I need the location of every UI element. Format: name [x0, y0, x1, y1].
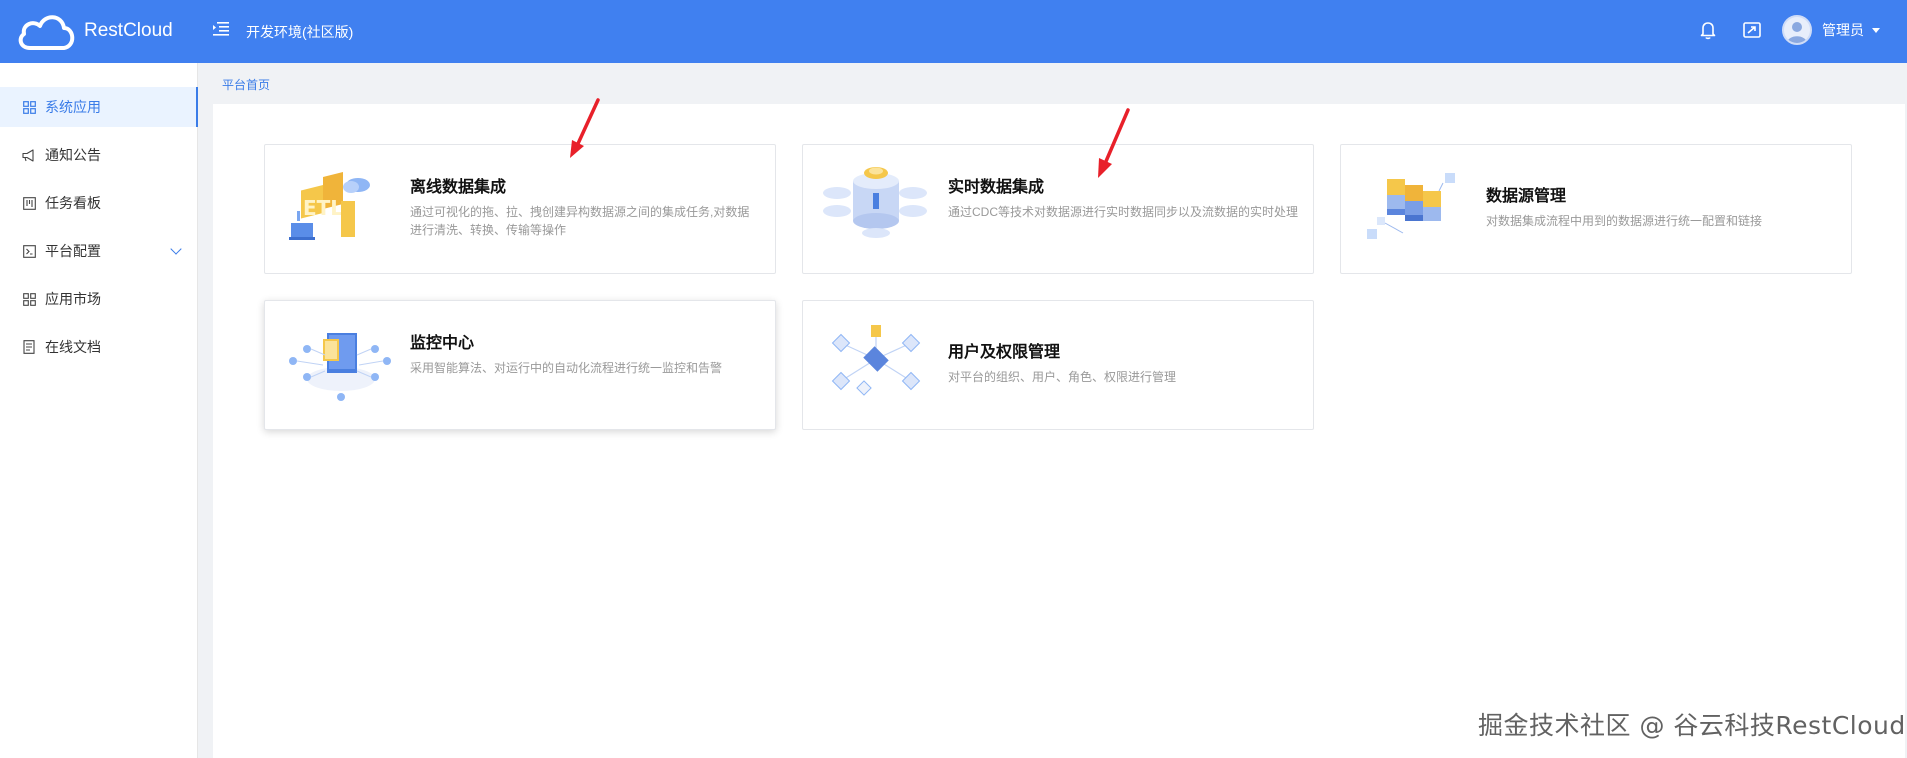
app-logo[interactable]: RestCloud	[16, 10, 173, 52]
card-title: 用户及权限管理	[948, 344, 1061, 361]
megaphone-icon	[22, 148, 36, 162]
sidebar-item-app-market[interactable]: 应用市场	[0, 279, 198, 319]
card-description: 对数据集成流程中用到的数据源进行统一配置和链接	[1486, 214, 1763, 228]
grid-icon	[22, 292, 36, 306]
card-offline-integration[interactable]: ETL 离线数据集成 通过可视化的拖、拉、拽创建异构数据源之间的集成任务,对数据…	[264, 144, 776, 274]
user-menu[interactable]: 管理员	[1782, 15, 1880, 45]
card-title: 离线数据集成	[410, 179, 507, 196]
sidebar-item-online-docs[interactable]: 在线文档	[0, 327, 198, 367]
card-user-permission-management[interactable]: 用户及权限管理 对平台的组织、用户、角色、权限进行管理	[802, 300, 1314, 430]
top-header: RestCloud 开发环境(社区版) 管理员	[0, 0, 1907, 63]
sidebar-item-label: 应用市场	[45, 291, 101, 307]
card-datasource-management[interactable]: 数据源管理 对数据集成流程中用到的数据源进行统一配置和链接	[1340, 144, 1852, 274]
sidebar-item-notices[interactable]: 通知公告	[0, 135, 198, 175]
sidebar-item-label: 平台配置	[45, 243, 101, 259]
chevron-down-icon	[1872, 27, 1880, 33]
bell-icon[interactable]	[1697, 19, 1719, 41]
terminal-icon	[22, 244, 36, 258]
realtime-server-illustration	[821, 163, 931, 253]
monitor-illustration	[283, 319, 393, 409]
card-monitor-center[interactable]: 监控中心 采用智能算法、对运行中的自动化流程进行统一监控和告警	[264, 300, 776, 430]
environment-title: 开发环境(社区版)	[246, 24, 354, 40]
card-description: 对平台的组织、用户、角色、权限进行管理	[948, 370, 1177, 384]
board-icon	[22, 196, 36, 210]
sidebar-item-label: 通知公告	[45, 147, 101, 163]
card-description: 采用智能算法、对运行中的自动化流程进行统一监控和告警	[410, 361, 723, 375]
svg-text:ETL: ETL	[303, 196, 343, 220]
grid-icon	[22, 100, 36, 114]
card-description: 通过CDC等技术对数据源进行实时数据同步以及流数据的实时处理	[948, 205, 1299, 219]
user-network-illustration	[821, 319, 931, 409]
card-title: 实时数据集成	[948, 179, 1045, 196]
sidebar-item-system-apps[interactable]: 系统应用	[0, 87, 198, 127]
user-name: 管理员	[1822, 22, 1864, 38]
card-title: 数据源管理	[1486, 188, 1567, 205]
etl-illustration: ETL	[283, 163, 393, 253]
card-description: 通过可视化的拖、拉、拽创建异构数据源之间的集成任务,对数据进行清洗、转换、传输等…	[410, 205, 750, 237]
card-realtime-integration[interactable]: 实时数据集成 通过CDC等技术对数据源进行实时数据同步以及流数据的实时处理	[802, 144, 1314, 274]
sidebar-item-task-board[interactable]: 任务看板	[0, 183, 198, 223]
annotation-arrow	[1098, 108, 1130, 178]
sidebar-item-label: 任务看板	[45, 195, 101, 211]
chevron-down-icon[interactable]	[170, 243, 182, 255]
main-content: ETL 离线数据集成 通过可视化的拖、拉、拽创建异构数据源之间的集成任务,对数据…	[213, 104, 1905, 758]
card-title: 监控中心	[410, 335, 475, 352]
menu-fold-icon[interactable]	[212, 20, 230, 38]
document-icon	[22, 340, 36, 354]
breadcrumb[interactable]: 平台首页	[222, 76, 270, 93]
watermark: 掘金技术社区 @ 谷云科技RestCloud	[1478, 711, 1906, 740]
cloud-logo-icon	[18, 15, 75, 50]
sidebar: 系统应用 通知公告 任务看板 平台配置 应用市场 在线文档	[0, 63, 198, 758]
sidebar-item-label: 系统应用	[45, 99, 101, 115]
sidebar-item-platform-config[interactable]: 平台配置	[0, 231, 198, 271]
annotation-arrow	[570, 98, 600, 158]
datasource-cubes-illustration	[1359, 163, 1469, 253]
avatar	[1782, 15, 1812, 45]
sidebar-item-label: 在线文档	[45, 339, 101, 355]
logo-text: RestCloud	[84, 20, 173, 41]
screen-share-icon[interactable]	[1741, 19, 1763, 41]
